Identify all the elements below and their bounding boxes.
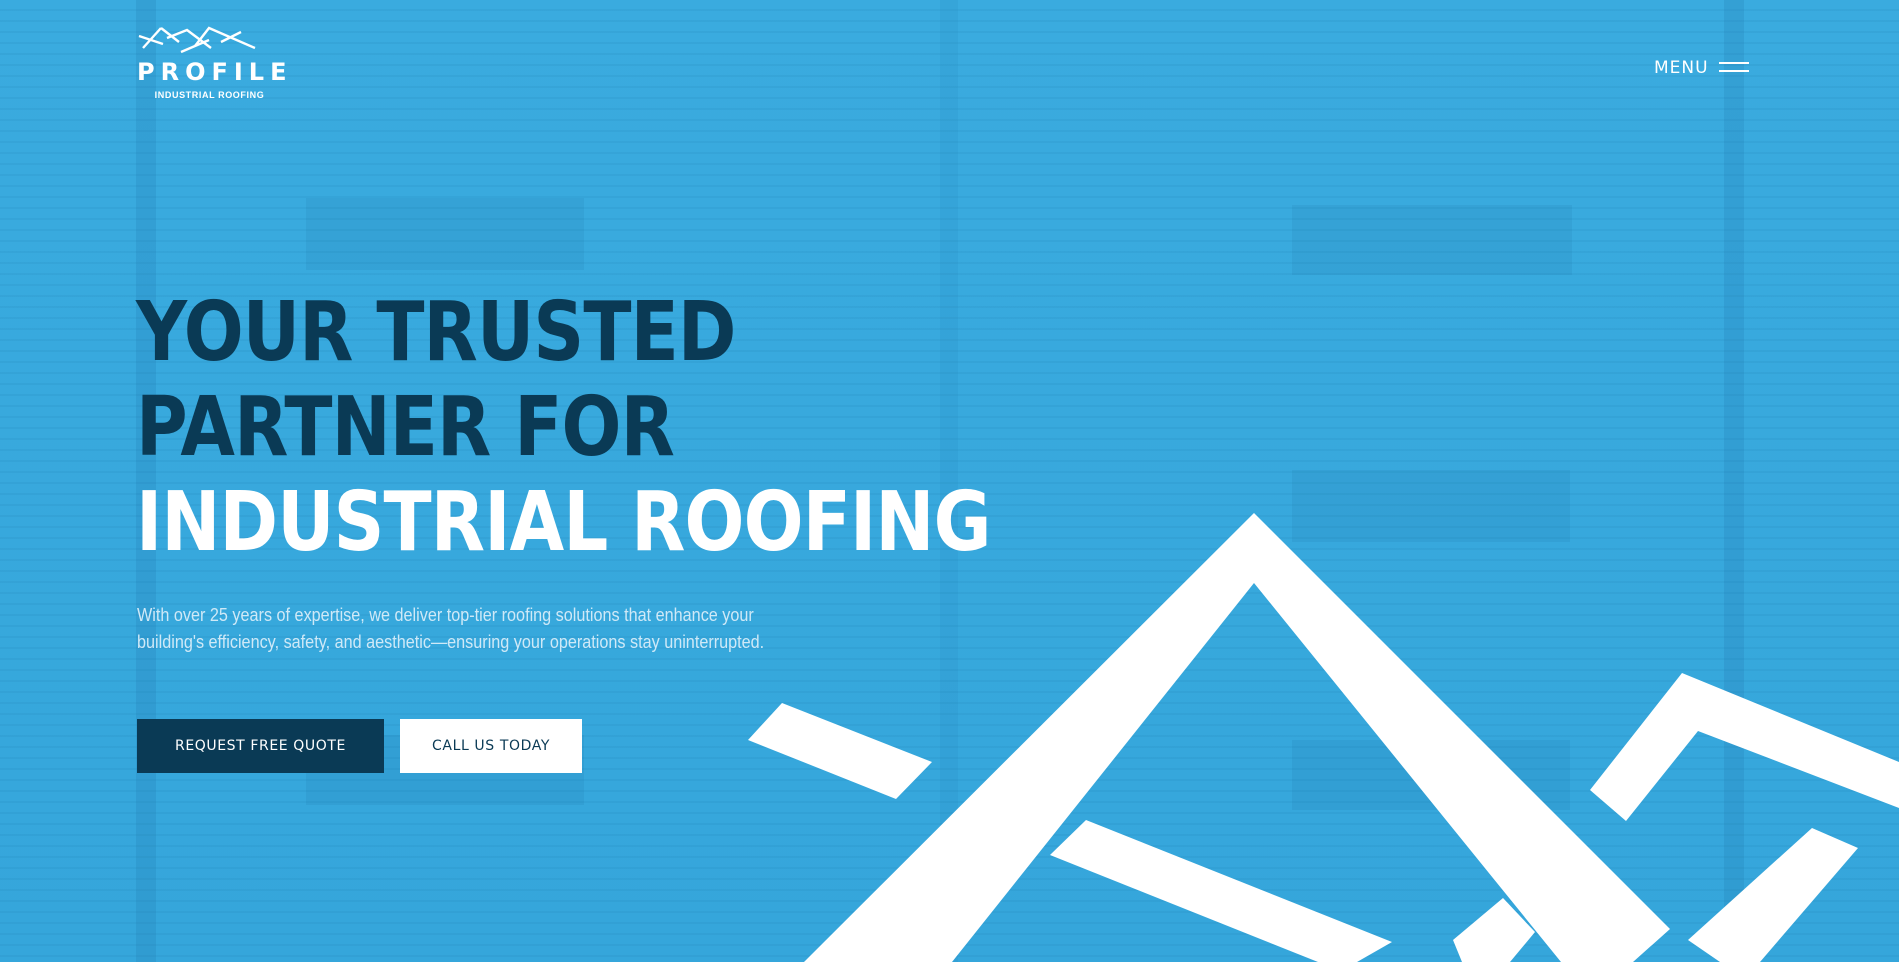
menu-button[interactable]: MENU [1654, 54, 1749, 82]
hero-description: With over 25 years of expertise, we deli… [137, 605, 765, 652]
headline-line-1: YOUR TRUSTED [136, 285, 736, 380]
mountain-roof-icon [138, 26, 256, 54]
hamburger-icon [1718, 60, 1749, 76]
headline-line-3: INDUSTRIAL ROOFING [136, 475, 991, 570]
background-window [1292, 470, 1570, 542]
brand-name: PROFILE [137, 58, 293, 86]
brand-logo[interactable]: PROFILE INDUSTRIAL ROOFING [137, 26, 293, 102]
call-us-today-button[interactable]: CALL US TODAY [400, 719, 582, 773]
hero-headline: YOUR TRUSTED PARTNER FOR INDUSTRIAL ROOF… [136, 285, 991, 570]
headline-line-2: PARTNER FOR [136, 380, 675, 475]
background-pillar [1724, 0, 1744, 962]
background-window [1292, 205, 1572, 275]
request-free-quote-button[interactable]: REQUEST FREE QUOTE [137, 719, 384, 773]
background-window [306, 198, 584, 270]
background-window [1292, 740, 1570, 810]
brand-tagline: INDUSTRIAL ROOFING [154, 90, 265, 100]
menu-label: MENU [1654, 58, 1709, 78]
